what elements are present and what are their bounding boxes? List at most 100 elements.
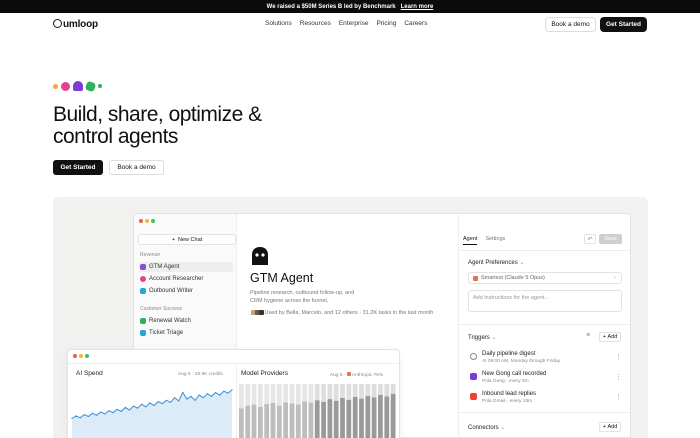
spend-point (186, 398, 188, 400)
nav-link-careers[interactable]: Careers (404, 20, 427, 27)
save-button[interactable]: Save (599, 234, 622, 244)
provider-bar (276, 405, 282, 438)
provider-bar (302, 384, 307, 402)
provider-bar (283, 402, 288, 438)
sidebar-item-account-researcher[interactable]: Account Researcher (139, 274, 233, 284)
hero-get-started-button[interactable]: Get Started (53, 160, 103, 175)
trigger-item[interactable]: New Gong call recorded Pola Gong · every… (470, 371, 622, 385)
gumloop-logo[interactable]: umloop (53, 19, 98, 30)
provider-bar (270, 402, 276, 438)
spend-point (83, 414, 85, 416)
triggers-header[interactable]: Triggers ⌄ (468, 334, 497, 341)
agent-preferences-header[interactable]: Agent Preferences ⌄ (468, 259, 524, 266)
filter-icon[interactable]: ≡ (586, 332, 590, 339)
provider-bar (314, 384, 320, 401)
banner-learn-more-link[interactable]: Learn more (401, 4, 434, 10)
claude-icon (473, 275, 478, 281)
provider-bar (251, 404, 257, 438)
spend-point (227, 392, 229, 394)
spend-point (182, 391, 184, 394)
spend-point (128, 409, 131, 411)
panel-tabs: Agent Settings (463, 236, 505, 245)
spend-point (178, 400, 180, 402)
spend-point (190, 395, 192, 397)
spend-area (72, 389, 232, 438)
more-icon[interactable]: ⋮ (615, 373, 622, 381)
chevron-down-icon: ⌄ (500, 425, 506, 431)
divider (459, 412, 630, 413)
gmail-icon (470, 393, 477, 400)
provider-bar (346, 399, 352, 438)
tab-agent[interactable]: Agent (463, 236, 478, 245)
provider-bar (302, 401, 307, 438)
clock-icon (470, 353, 477, 360)
provider-bar (276, 384, 282, 406)
minimize-dot-icon (79, 354, 83, 358)
nav-link-enterprise[interactable]: Enterprise (339, 20, 369, 27)
minimize-dot-icon (145, 219, 149, 223)
spend-point (202, 397, 204, 399)
nav-book-demo-button[interactable]: Book a demo (545, 17, 596, 32)
undo-icon[interactable]: ↶ (584, 234, 596, 244)
agent-description: Pipeline research, outbound follow-up, a… (250, 290, 355, 304)
spend-point (157, 401, 159, 403)
logo-mark-icon (53, 19, 62, 28)
purple-ghost-icon (73, 81, 83, 91)
more-icon[interactable]: ⋮ (615, 353, 622, 361)
provider-bar (359, 398, 364, 438)
provider-bar (359, 384, 364, 399)
spend-point (169, 401, 172, 403)
provider-bar (378, 394, 383, 438)
yellow-dot-icon (53, 83, 58, 89)
spend-point (91, 412, 94, 414)
spend-point (112, 412, 114, 414)
provider-bar (340, 384, 345, 398)
provider-bar (308, 402, 314, 438)
sidebar-item-gtm-agent[interactable]: GTM Agent (139, 262, 233, 272)
sidebar-item-ticket-triage[interactable]: Ticket Triage (139, 328, 233, 338)
ai-spend-meta: Aug 5 · 25.8K credits (178, 372, 223, 377)
spend-point (149, 402, 151, 404)
spend-point (71, 417, 73, 420)
provider-bar (258, 384, 263, 407)
provider-bar (264, 384, 270, 404)
add-connector-button[interactable]: + Add (599, 422, 621, 432)
maximize-dot-icon (151, 219, 155, 223)
provider-bar (390, 393, 396, 438)
tab-settings[interactable]: Settings (485, 236, 505, 245)
trigger-item[interactable]: Daily pipeline digest At 09:00 AM, Monda… (470, 351, 622, 365)
agent-settings-panel: Agent Settings ↶ Save Agent Preferences … (458, 214, 630, 437)
provider-bar (289, 403, 295, 438)
instructions-input[interactable]: Add instructions for the agent... (468, 290, 622, 312)
plus-icon: + (171, 236, 176, 243)
hero-title: Build, share, optimize & control agents (53, 103, 262, 148)
spend-point (153, 404, 155, 407)
chevron-down-icon: ⌄ (491, 335, 497, 341)
spend-point (132, 405, 135, 407)
product-preview: + New Chat Revenue GTM Agent Account Rese… (53, 197, 648, 438)
sidebar-item-renewal-watch[interactable]: Renewal Watch (139, 316, 233, 326)
divider (68, 363, 399, 364)
nav-get-started-button[interactable]: Get Started (600, 17, 647, 32)
ticket-icon (140, 330, 146, 336)
top-nav: umloop Solutions Resources Enterprise Pr… (0, 13, 700, 38)
spend-point (96, 414, 98, 416)
agent-usage: Used by Bella, Marcelo, and 12 others · … (251, 309, 451, 318)
nav-link-solutions[interactable]: Solutions (265, 20, 292, 27)
agent-title: GTM Agent (250, 271, 314, 285)
hero-book-demo-button[interactable]: Book a demo (109, 160, 164, 175)
spend-point (79, 417, 81, 419)
provider-bar (365, 384, 371, 396)
sidebar-item-outbound-writer[interactable]: Outbound Writer (139, 286, 233, 296)
pink-ball-icon (61, 81, 70, 91)
nav-link-pricing[interactable]: Pricing (376, 20, 396, 27)
new-chat-button[interactable]: + New Chat (138, 234, 236, 245)
more-icon[interactable]: ⋮ (615, 393, 622, 401)
hero-decoration-icons (53, 80, 102, 92)
provider-bar (283, 384, 288, 403)
model-select[interactable]: Smartest (Claude 5 Opus) › (468, 272, 622, 284)
connectors-header[interactable]: Connectors ⌄ (468, 424, 505, 431)
trigger-item[interactable]: Inbound lead replies Pola Gmail · every … (470, 391, 622, 405)
nav-link-resources[interactable]: Resources (300, 20, 331, 27)
add-trigger-button[interactable]: + Add (599, 332, 621, 342)
